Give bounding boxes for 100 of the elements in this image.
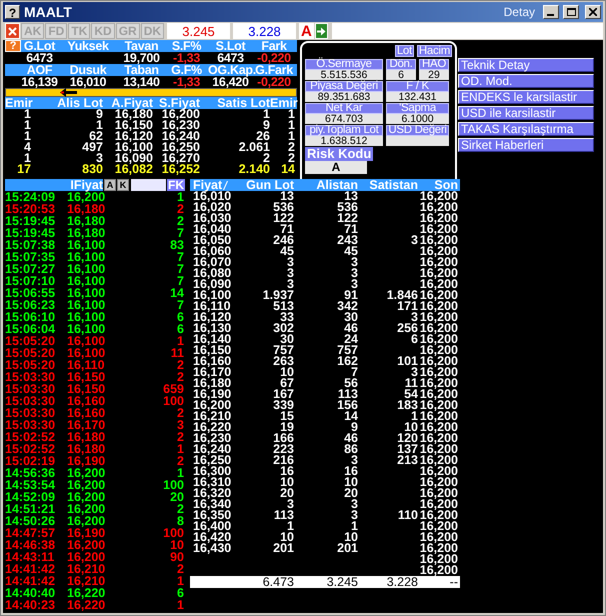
table-cell-text: 183: [396, 400, 418, 411]
action-button[interactable]: OD. Mod.: [458, 74, 594, 88]
table-cell-text: 16,160: [192, 356, 230, 367]
table-cell-text: 122: [272, 213, 294, 224]
action-button[interactable]: TAKAS Karşılaştırma: [458, 122, 594, 136]
table-cell-text: 1: [23, 109, 31, 120]
lot-cell-text: 1: [176, 575, 185, 587]
field-label-button[interactable]: 'Sapma: [386, 103, 449, 114]
column-header: IFiyat: [5, 179, 103, 191]
table-cell-text: 3: [287, 499, 294, 510]
field-label-button[interactable]: piy.Toplam Lot: [305, 125, 383, 136]
filter-field[interactable]: [131, 179, 166, 191]
table-cell-text: 3: [410, 235, 418, 246]
table-cell-text: 67: [280, 378, 294, 389]
time-cell-text: 15:24:09: [5, 191, 56, 203]
table-cell-text: 16,200: [418, 213, 458, 224]
field-label-button[interactable]: F / K: [386, 81, 449, 92]
table-cell-text: 16,200: [418, 543, 458, 554]
toggle-button[interactable]: Lot: [394, 45, 414, 57]
lot-cell-text: 2: [176, 203, 185, 215]
table-cell-text: 16,340: [192, 499, 230, 510]
lot-cell-text: 100: [162, 479, 185, 491]
arrow-left-icon[interactable]: [60, 88, 78, 97]
lot-cell-text: 2: [176, 503, 185, 515]
total-cell-text: 3.228: [386, 576, 418, 588]
minimize-button[interactable]: [543, 5, 559, 19]
column-header[interactable]: Fiyat: [190, 179, 230, 191]
time-cell-text: 14:40:40: [5, 587, 56, 599]
column-header[interactable]: Satistan: [358, 179, 418, 191]
table-cell-text: 16,050: [192, 235, 230, 246]
table-cell-text: 45: [344, 246, 358, 257]
table-cell-text: 513: [273, 301, 294, 312]
column-header[interactable]: Alistan: [294, 179, 358, 191]
time-cell-text: 15:07:35: [5, 251, 56, 263]
value-field[interactable]: 3.228: [233, 23, 296, 39]
table-cell-text: 16,200: [418, 224, 458, 235]
action-button[interactable]: USD ile karsilastir: [458, 106, 594, 120]
value-field[interactable]: 3.245: [167, 23, 230, 39]
column-header[interactable]: Gun Lot: [230, 179, 294, 191]
table-cell-text: 13: [280, 191, 294, 202]
table-cell-text: 1: [263, 109, 270, 120]
column-header: Satis Lot: [216, 97, 270, 109]
table-cell-text: 16,310: [192, 477, 230, 488]
table-cell-text: 246: [272, 235, 294, 246]
table-cell-text: 30: [280, 334, 294, 345]
filter-button[interactable]: K: [117, 179, 129, 191]
table-cell-text: 16,200: [418, 477, 458, 488]
action-button[interactable]: ENDEKS le karsilastir: [458, 90, 594, 104]
table-cell-text: 2.061: [238, 142, 270, 153]
column-header: AOF: [26, 64, 54, 76]
maximize-button[interactable]: [563, 5, 579, 19]
price-cell-text: 16,100: [67, 347, 106, 359]
lot-cell-text: 8: [176, 515, 185, 527]
input-field[interactable]: [332, 23, 603, 39]
table-cell-text: 302: [272, 323, 294, 334]
filter-button[interactable]: FK: [167, 179, 185, 191]
table-cell-text: 10: [343, 477, 358, 488]
field-label-button[interactable]: USD Değeri: [386, 125, 449, 136]
table-cell-text: 16,200: [418, 521, 458, 532]
time-cell-text: 15:19:45: [5, 215, 56, 227]
close-button[interactable]: [585, 5, 601, 19]
table-cell-text: 16,200: [418, 532, 458, 543]
price-cell-text: 16,200: [67, 503, 106, 515]
field-label-button[interactable]: Dön.: [386, 59, 416, 70]
action-button[interactable]: Teknik Detay: [458, 58, 594, 72]
table-cell-text: 243: [336, 235, 358, 246]
time-cell-text: 15:06:10: [5, 311, 56, 323]
price-cell-text: 16,200: [67, 539, 106, 551]
field-label-button[interactable]: Piyasa Değeri: [305, 81, 383, 92]
table-cell-text: 16,200: [418, 334, 458, 345]
table-cell-text: 16,080: [192, 268, 230, 279]
toggle-button[interactable]: Hacim: [416, 45, 452, 57]
help-button[interactable]: ?: [5, 5, 20, 19]
table-cell-text: 10: [280, 532, 294, 543]
table-cell-text: 16,040: [192, 224, 230, 235]
lot-cell-text: 2: [176, 359, 185, 371]
field-label-button[interactable]: HAO: [419, 59, 449, 70]
total-cell-text: 16,252: [160, 164, 200, 175]
table-cell-text: 16,240: [160, 131, 200, 142]
close-icon[interactable]: [5, 23, 20, 39]
field-label-button[interactable]: Ö.Sermaye: [305, 59, 383, 70]
time-cell-text: 14:52:09: [5, 491, 56, 503]
arrow-right-icon[interactable]: [314, 23, 328, 39]
lot-cell-text: 6: [176, 311, 185, 323]
column-header[interactable]: Son: [418, 179, 458, 191]
action-button[interactable]: Sirket Haberleri: [458, 138, 594, 152]
table-cell-text: 256: [396, 323, 418, 334]
help-button[interactable]: ?: [5, 40, 21, 52]
table-cell-text: 9: [96, 109, 103, 120]
table-cell-text: 15: [280, 411, 294, 422]
price-cell-text: 16,160: [67, 407, 106, 419]
table-cell-text: 1: [96, 120, 103, 131]
table-cell-text: 3: [351, 455, 358, 466]
column-header: Dusuk: [68, 64, 108, 76]
lot-cell-text: 11: [170, 347, 185, 359]
field-label-button[interactable]: Net Kar: [305, 103, 383, 114]
filter-button[interactable]: A: [104, 179, 116, 191]
splitter-bar[interactable]: [5, 88, 297, 97]
stat-value: -1,33: [172, 76, 201, 88]
lot-cell-text: 2: [176, 563, 185, 575]
